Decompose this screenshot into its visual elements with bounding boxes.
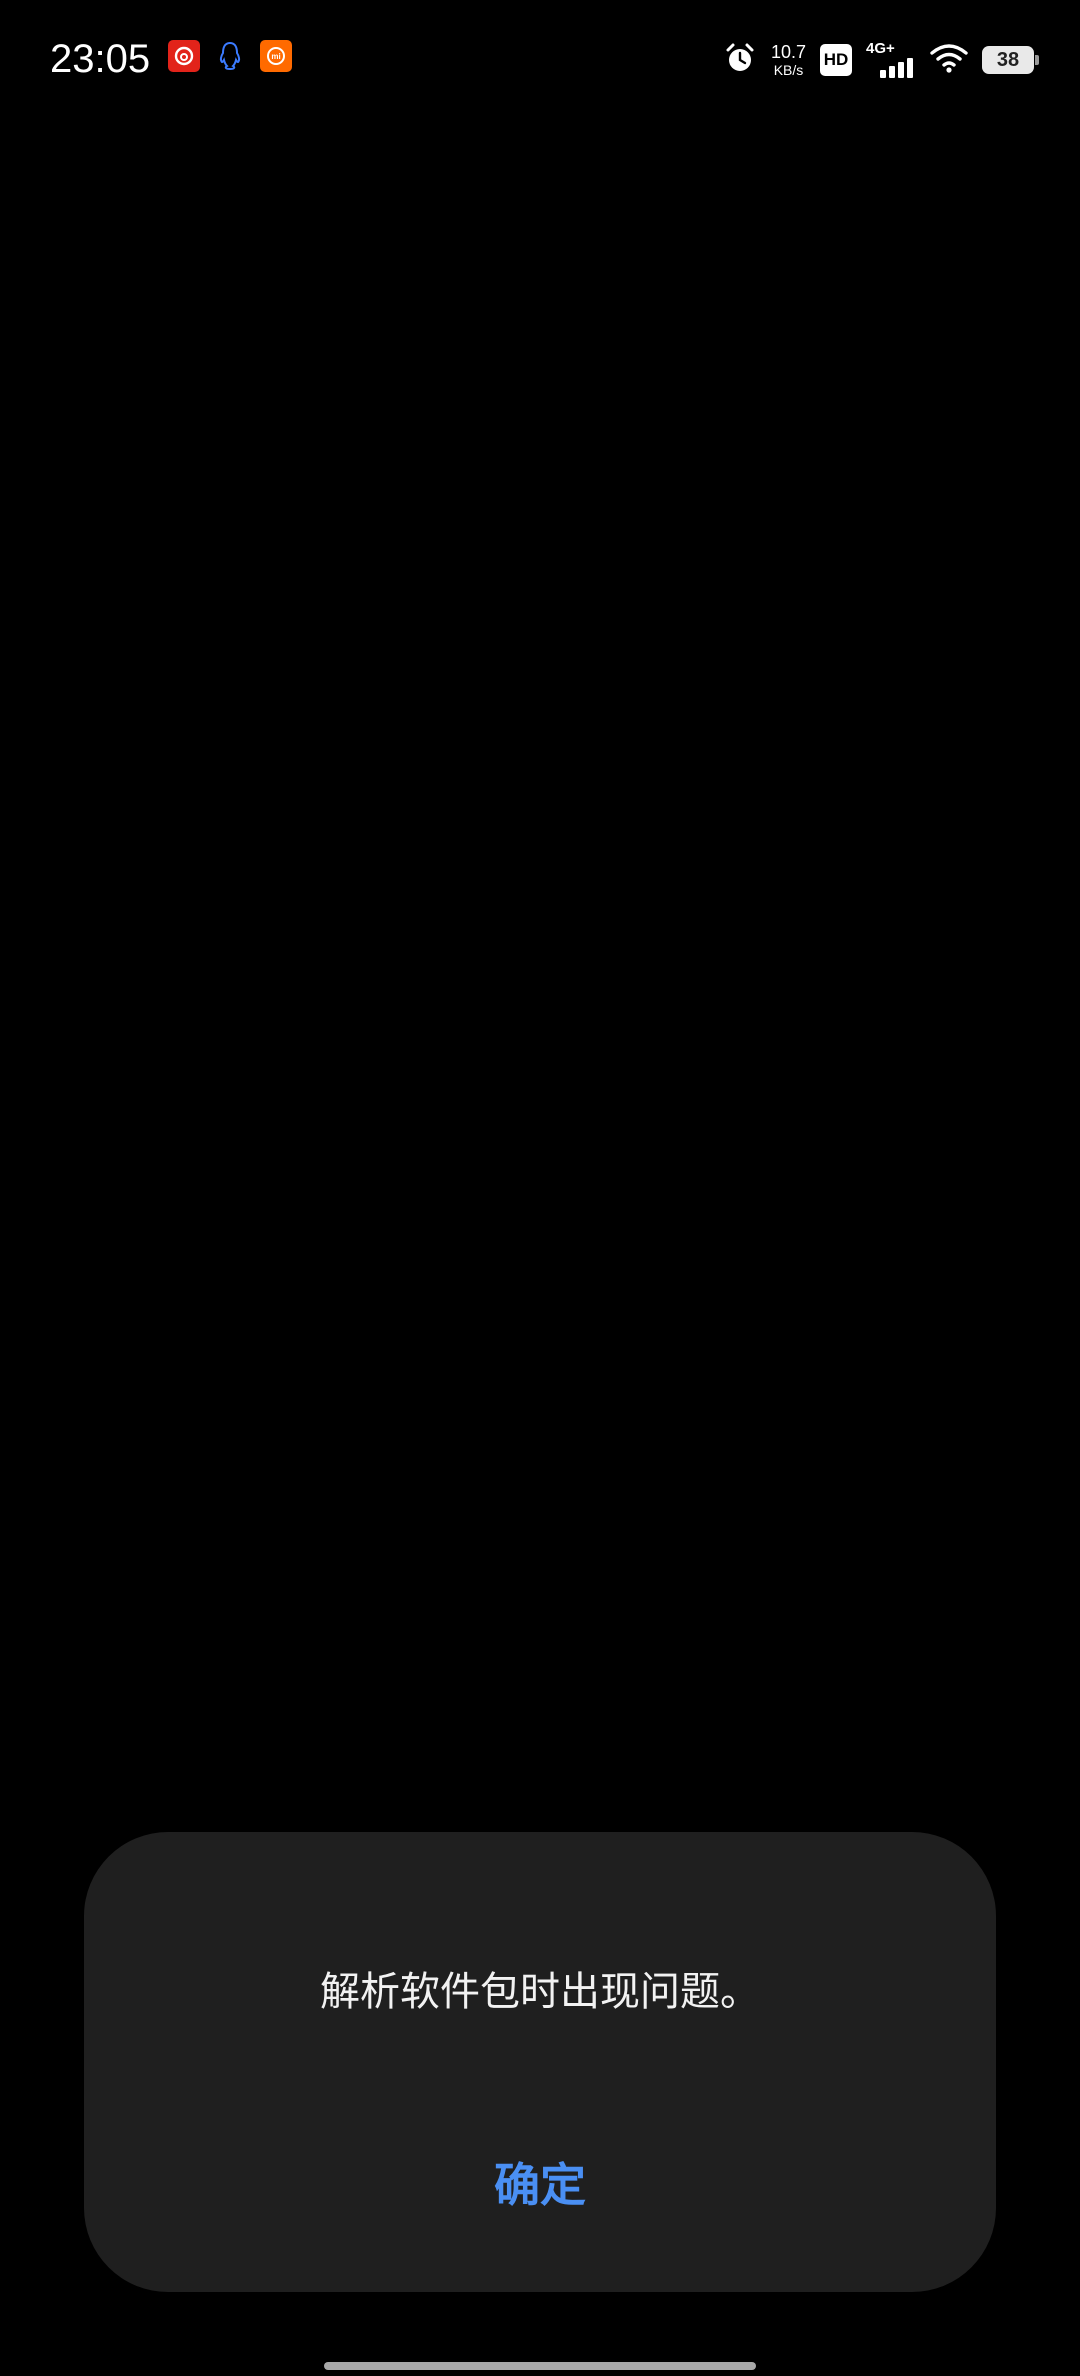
network-speed: 10.7 KB/s	[771, 43, 806, 77]
battery-level: 38	[996, 48, 1020, 71]
network-speed-value: 10.7	[770, 42, 806, 62]
error-dialog: 解析软件包时出现问题。 确定	[84, 1832, 996, 2292]
confirm-button[interactable]: 确定	[440, 2142, 640, 2222]
home-indicator[interactable]	[324, 2362, 756, 2370]
notification-icons: mi	[168, 40, 292, 72]
mi-app-icon: mi	[260, 40, 292, 72]
wifi-icon	[930, 43, 968, 77]
status-bar: 23:05 mi 10.7 KB/s HD 4G+ 38	[0, 0, 1080, 120]
svg-text:mi: mi	[271, 52, 280, 61]
status-right-icons: 10.7 KB/s HD 4G+ 38	[723, 36, 1039, 84]
hd-icon: HD	[820, 44, 852, 76]
alarm-icon	[723, 41, 757, 79]
network-type: 4G+	[866, 40, 895, 57]
status-time: 23:05	[50, 37, 151, 81]
network-speed-unit: KB/s	[773, 62, 804, 78]
cellular-signal-icon: 4G+	[866, 40, 916, 80]
qq-icon	[214, 40, 246, 72]
netease-music-icon	[168, 40, 200, 72]
screen: 23:05 mi 10.7 KB/s HD 4G+ 38 解析软件包时出现问题。…	[0, 0, 1080, 2376]
battery-icon: 38	[982, 46, 1039, 74]
dialog-message: 解析软件包时出现问题。	[320, 1969, 760, 2015]
